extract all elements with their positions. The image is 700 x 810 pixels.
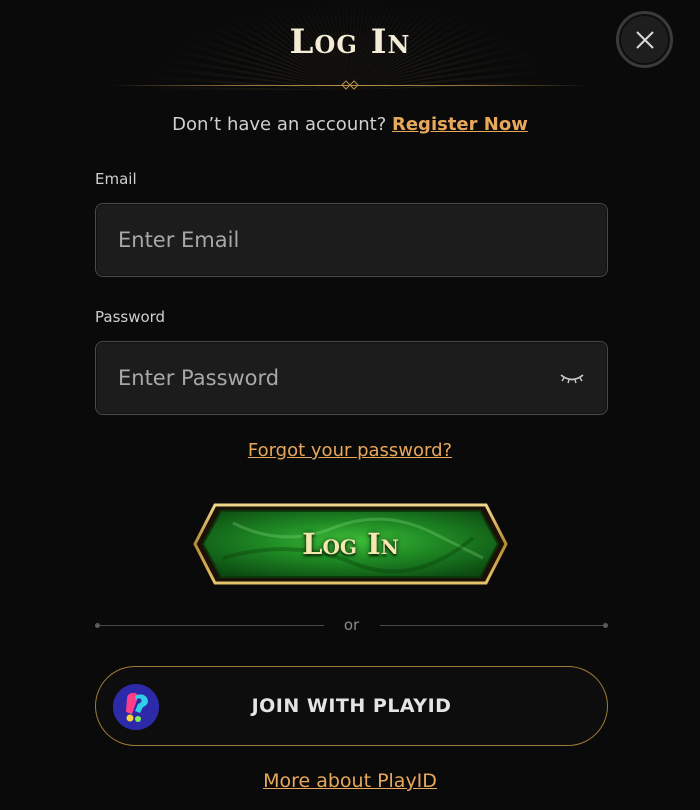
playid-button-label: JOIN WITH PLAYID — [251, 695, 452, 717]
password-label: Password — [95, 308, 166, 326]
separator-dot — [603, 623, 608, 628]
register-prompt-text: Don’t have an account? — [172, 114, 387, 135]
register-prompt: Don’t have an account? Register Now — [0, 114, 700, 135]
password-field[interactable] — [96, 342, 607, 414]
close-icon — [635, 30, 654, 49]
password-field-container — [95, 341, 608, 415]
join-with-playid-button[interactable]: JOIN WITH PLAYID — [95, 666, 608, 746]
divider-ornament-icon — [341, 80, 359, 90]
email-field[interactable] — [96, 204, 607, 276]
login-button-label: Log In — [302, 527, 399, 561]
more-about-playid-link[interactable]: More about PlayID — [0, 770, 700, 792]
login-modal: Log In Don’t have an account? Register N… — [0, 0, 700, 810]
or-separator: or — [95, 616, 608, 636]
email-field-container — [95, 203, 608, 277]
page-title: Log In — [289, 22, 411, 62]
modal-header: Log In — [0, 0, 700, 95]
separator-line-right — [380, 625, 604, 626]
forgot-password-link[interactable]: Forgot your password? — [0, 440, 700, 461]
close-button[interactable] — [616, 11, 673, 68]
login-button[interactable]: Log In — [193, 503, 508, 585]
eye-closed-icon[interactable] — [559, 372, 585, 386]
register-now-link[interactable]: Register Now — [392, 114, 528, 135]
email-label: Email — [95, 170, 137, 188]
